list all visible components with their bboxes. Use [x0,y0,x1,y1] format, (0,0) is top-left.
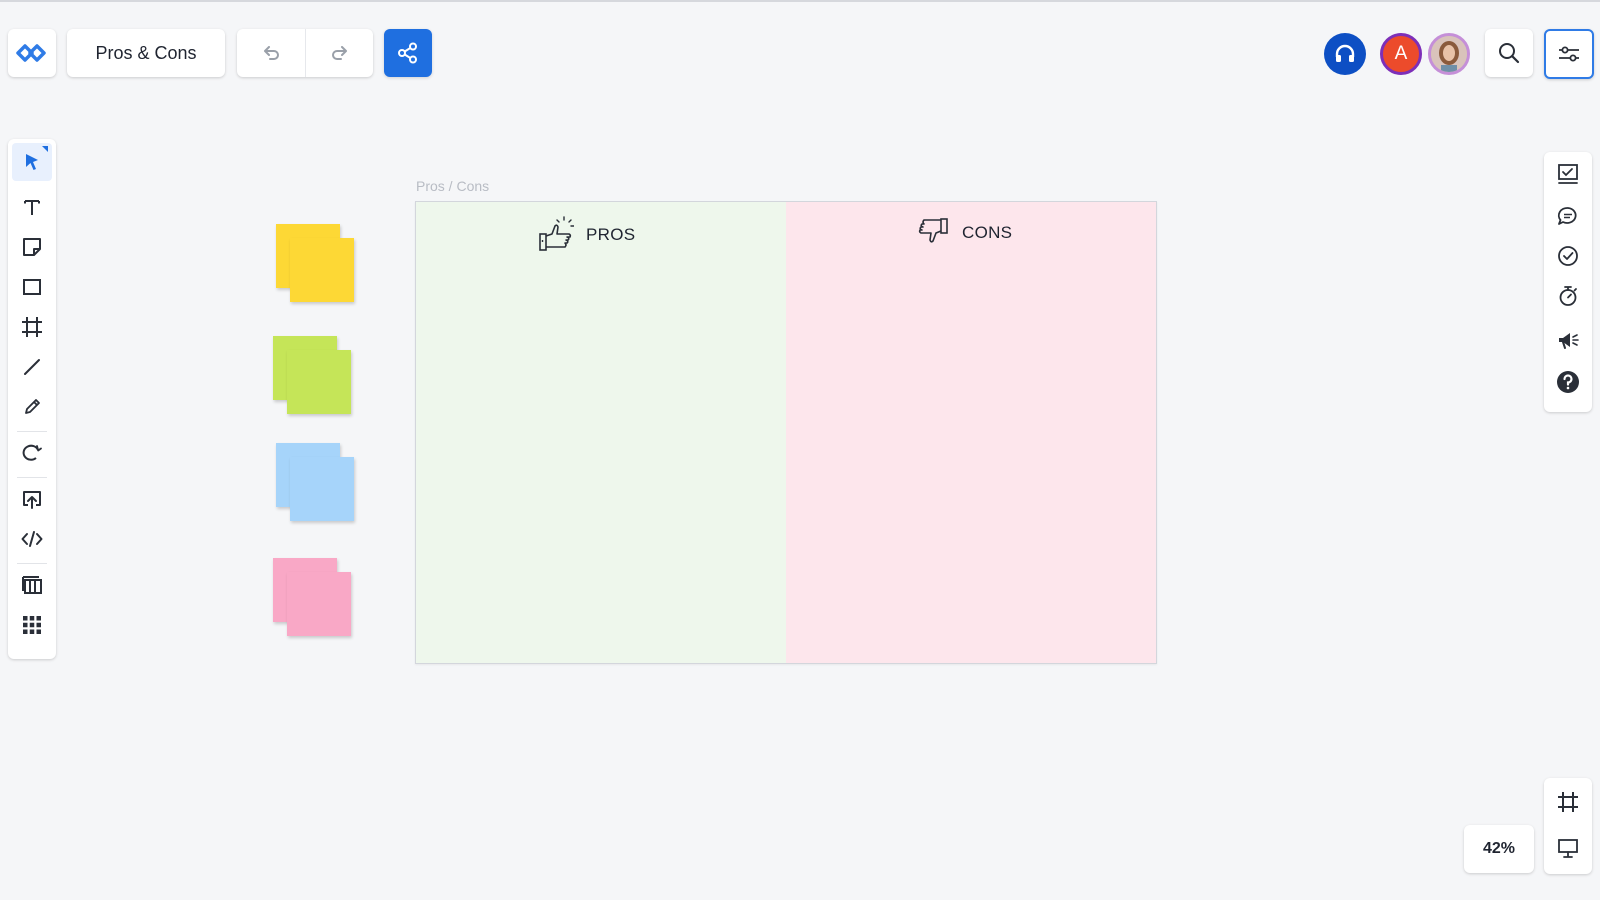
sticky-note-tool[interactable] [12,228,52,266]
cursor-arrow-icon [26,146,48,170]
apps-grid-icon [23,616,41,634]
pen-icon [25,399,40,414]
apps-tool[interactable] [12,606,52,644]
cons-header: CONS [918,216,1012,250]
frame-label[interactable]: Pros / Cons [416,178,489,194]
sticky-stack-blue[interactable] [276,443,356,523]
presentation-button[interactable] [1548,830,1588,866]
zoom-level[interactable]: 42% [1464,825,1534,873]
right-toolbar [1544,152,1592,412]
frame-icon [1558,792,1578,812]
toolbar-divider [17,477,47,478]
board-settings-button[interactable] [1544,29,1594,79]
toolbar-divider [17,431,47,432]
sticky-note [290,457,354,521]
rectangle-icon [23,279,41,295]
tasks-button[interactable] [1548,238,1588,274]
search-button[interactable] [1485,29,1533,77]
announcements-button[interactable] [1548,322,1588,358]
avatar[interactable]: A [1380,33,1422,75]
user-photo-icon [1431,36,1467,72]
lasso-tool[interactable] [12,434,52,472]
text-tool[interactable] [12,188,52,226]
sticky-note [290,238,354,302]
help-button[interactable] [1548,364,1588,400]
upload-icon [23,491,41,509]
presentation-icon [1558,839,1578,858]
timer-button[interactable] [1548,278,1588,314]
undo-icon [264,46,279,60]
redo-button[interactable] [305,29,373,77]
templates-icon [22,576,42,594]
help-icon [1557,371,1579,393]
sticky-stack-pink[interactable] [273,558,353,638]
pros-header: PROS [538,216,635,254]
pen-tool[interactable] [12,388,52,426]
thumbs-down-icon [918,218,948,243]
sticky-note [287,350,351,414]
text-icon [24,200,40,215]
share-icon [398,42,417,64]
comment-icon [1557,207,1577,225]
embed-tool[interactable] [12,520,52,558]
toolbar-divider [17,563,47,564]
audio-call-button[interactable] [1324,33,1366,75]
app-logo-button[interactable] [8,29,56,77]
share-button[interactable] [384,29,432,77]
megaphone-icon [1559,333,1579,349]
undo-button[interactable] [237,29,305,77]
line-icon [24,359,40,375]
select-tool[interactable] [12,143,52,181]
sticky-stack-green[interactable] [273,336,353,416]
thumbs-up-icon [539,216,574,251]
frame-icon [22,317,42,337]
view-toolbar [1544,778,1592,874]
comments-button[interactable] [1548,198,1588,234]
headset-icon [1335,44,1355,62]
redo-icon [331,46,347,60]
history-controls [237,29,373,77]
upload-tool[interactable] [12,480,52,518]
whiteboard-logo-icon [16,44,46,62]
cons-label: CONS [962,223,1013,242]
code-icon [21,531,43,547]
frame-tool[interactable] [12,308,52,346]
pros-column[interactable]: PROS [416,202,786,663]
pros-label: PROS [586,225,636,244]
rectangle-tool[interactable] [12,268,52,306]
sticky-note [287,572,351,636]
activity-button[interactable] [1548,156,1588,192]
line-tool[interactable] [12,348,52,386]
avatar-photo[interactable] [1428,33,1470,75]
board-title[interactable]: Pros & Cons [67,29,225,77]
sliders-icon [1559,46,1579,62]
activity-board-icon [1558,164,1578,184]
sticky-stack-yellow[interactable] [276,224,356,304]
cons-column[interactable]: CONS [786,202,1156,663]
top-border [0,0,1600,2]
templates-tool[interactable] [12,566,52,604]
lasso-icon [22,444,42,461]
pros-cons-frame[interactable]: PROS CONS [415,201,1157,664]
search-icon [1499,43,1520,64]
left-toolbar [8,139,56,659]
frames-panel-button[interactable] [1548,784,1588,820]
check-circle-icon [1558,246,1578,266]
stopwatch-icon [1559,286,1577,306]
sticky-note-icon [23,238,41,256]
